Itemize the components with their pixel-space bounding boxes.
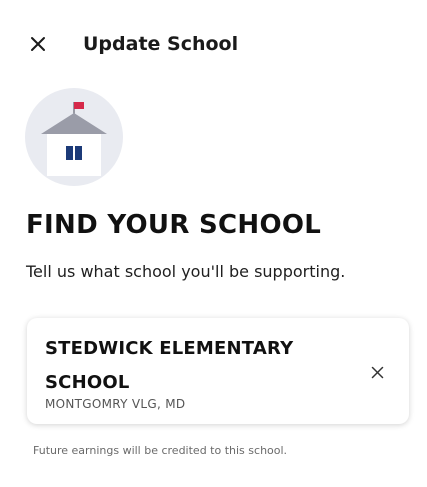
school-location: MONTGOMRY VLG, MD xyxy=(45,397,186,411)
selected-school-card[interactable]: STEDWICK ELEMENTARY SCHOOL MONTGOMRY VLG… xyxy=(27,318,409,424)
update-school-screen: Update School FIND YOUR SCHOOL Tell us w… xyxy=(0,0,427,487)
school-name: STEDWICK ELEMENTARY SCHOOL xyxy=(45,338,294,393)
page-title: Update School xyxy=(83,33,239,55)
close-icon xyxy=(31,37,45,51)
close-icon xyxy=(371,366,383,378)
find-school-subtext: Tell us what school you'll be supporting… xyxy=(26,262,346,281)
school-house-icon xyxy=(25,88,123,186)
clear-school-button[interactable] xyxy=(365,360,389,384)
header: Update School xyxy=(0,18,427,70)
find-school-heading: FIND YOUR SCHOOL xyxy=(26,210,322,240)
earnings-footnote: Future earnings will be credited to this… xyxy=(33,444,288,457)
close-button[interactable] xyxy=(24,30,52,58)
